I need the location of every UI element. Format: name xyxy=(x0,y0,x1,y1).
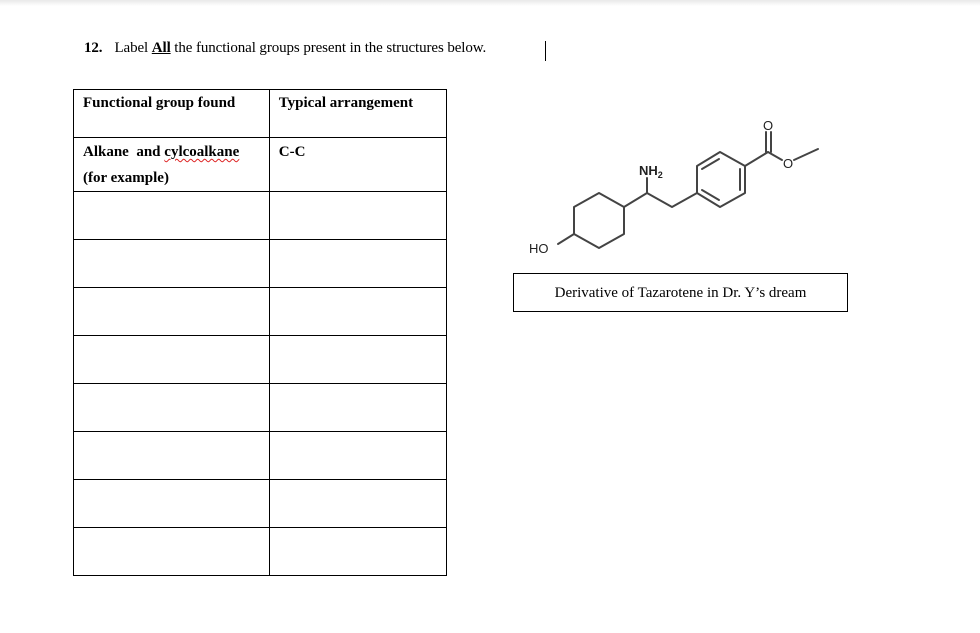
alkyl-chain xyxy=(623,192,698,208)
ester-oxygen-label: O xyxy=(783,156,793,171)
benzene-ring xyxy=(696,151,746,208)
hydroxyl-label: HO xyxy=(529,241,549,256)
molecule-structure: HO NH2 O O xyxy=(529,118,819,256)
amine-label: NH2 xyxy=(639,163,663,180)
methoxy-bond xyxy=(793,148,819,161)
carbonyl-oxygen-label: O xyxy=(763,118,773,133)
aryl-carbonyl-bond xyxy=(744,151,769,167)
hydroxyl-bond xyxy=(557,233,575,245)
ester-single-bond xyxy=(767,151,783,161)
cyclohexane-ring xyxy=(573,192,625,249)
structure-caption: Derivative of Tazarotene in Dr. Y’s drea… xyxy=(513,273,848,312)
